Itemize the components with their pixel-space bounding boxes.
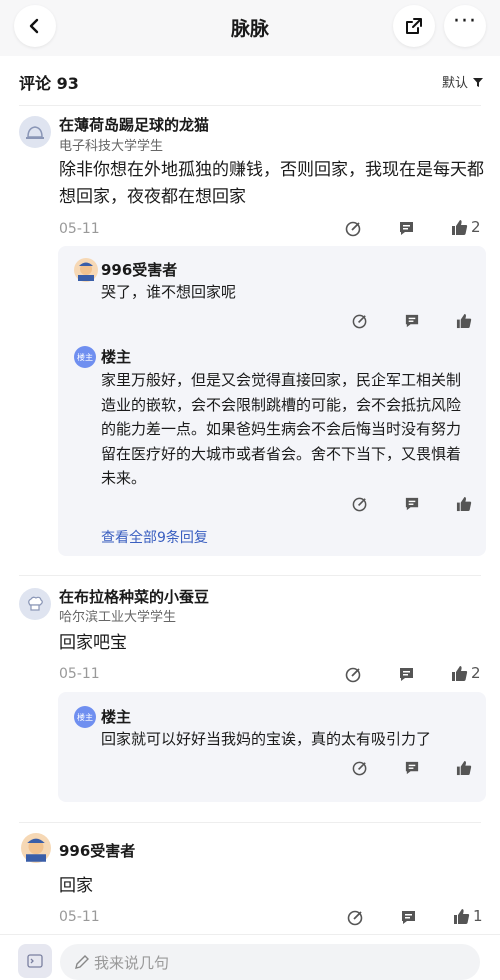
- comment-icon: [400, 668, 413, 681]
- chef-hat-avatar-icon: [28, 596, 43, 611]
- my-avatar[interactable]: [18, 944, 52, 978]
- like-button[interactable]: [456, 760, 472, 776]
- reply-author[interactable]: 楼主: [101, 706, 131, 727]
- comment-date: 05-11: [59, 909, 100, 925]
- comment-date: 05-11: [59, 221, 100, 237]
- repost-button[interactable]: [352, 313, 368, 329]
- repost-button[interactable]: [352, 496, 368, 512]
- host-badge-label: 楼主: [77, 352, 93, 362]
- repost-icon: [352, 314, 367, 329]
- avatar[interactable]: [19, 116, 51, 148]
- comment-icon: [405, 761, 419, 775]
- host-badge: 楼主: [74, 346, 96, 368]
- divider: [19, 105, 481, 106]
- comment-icon: [405, 497, 419, 511]
- comment-icon: [400, 222, 413, 235]
- reply-button[interactable]: [398, 220, 415, 237]
- thumbs-up-icon: [452, 665, 468, 681]
- reply-text: 回家就可以好好当我妈的宝诶，真的太有吸引力了: [101, 730, 432, 748]
- more-icon: ···: [453, 9, 477, 34]
- repost-button[interactable]: [345, 220, 362, 237]
- top-bar: 脉脉 ···: [0, 0, 500, 56]
- like-count: 2: [471, 218, 481, 236]
- divider: [19, 822, 481, 823]
- sort-button[interactable]: 默认: [442, 72, 484, 91]
- reply-button[interactable]: [404, 313, 420, 329]
- repost-icon: [352, 761, 367, 776]
- worker-avatar-icon: [78, 262, 94, 281]
- view-all-replies-link[interactable]: 查看全部9条回复: [101, 527, 208, 547]
- reply-author[interactable]: 996受害者: [101, 259, 177, 280]
- author-school: 哈尔滨工业大学学生: [59, 610, 177, 625]
- reply-button[interactable]: [398, 666, 415, 683]
- repost-icon: [347, 910, 363, 926]
- comment-text: 回家: [59, 876, 93, 896]
- pencil-icon: [75, 955, 89, 969]
- like-button[interactable]: 2: [451, 218, 481, 236]
- comment-icon: [405, 314, 419, 328]
- share-button[interactable]: [393, 5, 435, 47]
- more-button[interactable]: ···: [444, 5, 486, 47]
- thumbs-up-icon: [456, 496, 472, 512]
- like-count: 1: [473, 907, 483, 925]
- filter-icon: [473, 77, 483, 87]
- avatar[interactable]: [74, 258, 98, 282]
- reply-button[interactable]: [404, 760, 420, 776]
- repost-button[interactable]: [345, 666, 362, 683]
- comment-icon: [402, 911, 415, 924]
- comment-author[interactable]: 在布拉格种菜的小蚕豆: [59, 586, 209, 607]
- avatar[interactable]: [19, 588, 51, 620]
- thumbs-up-icon: [456, 760, 472, 776]
- comment-text: 除非你想在外地孤独的赚钱，否则回家，我现在是每天都想回家，夜夜都在想回家: [59, 160, 484, 207]
- author-school: 电子科技大学学生: [59, 139, 164, 154]
- like-button[interactable]: [456, 496, 472, 512]
- bell-avatar-icon: [26, 126, 44, 139]
- like-count: 2: [471, 664, 481, 682]
- thumbs-up-icon: [454, 908, 470, 924]
- divider: [19, 575, 481, 576]
- like-button[interactable]: 2: [451, 664, 481, 682]
- reply-author[interactable]: 楼主: [101, 346, 131, 367]
- input-placeholder: 我来说几句: [94, 954, 170, 972]
- comment-date: 05-11: [59, 666, 100, 682]
- repost-icon: [345, 667, 361, 683]
- reply-button[interactable]: [404, 496, 420, 512]
- reply-text: 哭了，谁不想回家呢: [101, 283, 237, 301]
- repost-button[interactable]: [347, 909, 364, 926]
- share-icon: [406, 18, 422, 34]
- reply-button[interactable]: [400, 909, 417, 926]
- thumbs-up-icon: [452, 219, 468, 235]
- avatar[interactable]: [21, 833, 51, 863]
- host-badge: 楼主: [74, 706, 96, 728]
- comment-count: 评论 93: [19, 74, 79, 93]
- repost-icon: [345, 221, 361, 237]
- thumbs-up-icon: [456, 313, 472, 329]
- worker-avatar-icon: [26, 838, 46, 862]
- repost-button[interactable]: [352, 760, 368, 776]
- comment-author[interactable]: 在薄荷岛踢足球的龙猫: [59, 114, 209, 135]
- host-badge-label: 楼主: [77, 712, 93, 722]
- comment-author[interactable]: 996受害者: [59, 840, 135, 861]
- comment-text: 回家吧宝: [59, 633, 127, 653]
- sort-label: 默认: [441, 76, 468, 91]
- comment-input[interactable]: 我来说几句: [60, 944, 480, 980]
- like-button[interactable]: 1: [453, 907, 483, 925]
- like-button[interactable]: [456, 313, 472, 329]
- reply-text: 家里万般好，但是又会觉得直接回家，民企军工相关制造业的嵌软，会不会限制跳槽的可能…: [101, 371, 462, 487]
- repost-icon: [352, 497, 367, 512]
